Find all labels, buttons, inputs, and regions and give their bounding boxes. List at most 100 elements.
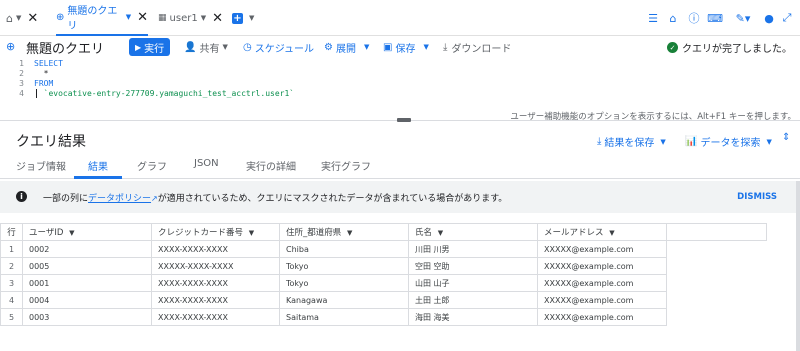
- query-icon: ⊕: [56, 11, 65, 23]
- table-cell[interactable]: Saitama: [279, 308, 409, 326]
- chevron-down-icon[interactable]: ▼: [16, 14, 21, 22]
- table-cell[interactable]: XXXX-XXXX-XXXX: [151, 308, 280, 326]
- resize-handle[interactable]: [397, 118, 411, 122]
- table-cell[interactable]: 0002: [22, 240, 152, 258]
- close-icon[interactable]: ✕: [212, 11, 223, 26]
- table-cell[interactable]: 0003: [22, 308, 152, 326]
- chevron-down-icon[interactable]: ▼: [201, 14, 206, 22]
- table-cell[interactable]: XXXXX@example.com: [537, 274, 667, 292]
- table-row[interactable]: 3 0001 XXXX-XXXX-XXXX Tokyo 山田 山子 XXXXX@…: [0, 274, 767, 292]
- tab-chart[interactable]: グラフ: [137, 158, 167, 173]
- table-cell[interactable]: XXXX-XXXX-XXXX: [151, 274, 280, 292]
- table-cell[interactable]: XXXX-XXXX-XXXX: [151, 291, 280, 309]
- table-row[interactable]: 2 0005 XXXXX-XXXX-XXXX Tokyo 空田 空助 XXXXX…: [0, 257, 767, 275]
- table-cell[interactable]: XXXXX@example.com: [537, 257, 667, 275]
- results-table: 行 ユーザID ▼ クレジットカード番号 ▼ 住所_都道府県 ▼ 氏名 ▼ メー…: [0, 223, 767, 326]
- download-button[interactable]: ⤓ ダウンロード: [443, 38, 511, 56]
- tab-label: user1: [169, 12, 198, 24]
- sql-editor[interactable]: 1 SELECT 2 * 3 FROM 4 `evocative-entry-2…: [0, 58, 800, 122]
- data-policy-link[interactable]: データポリシー: [88, 194, 151, 204]
- table-row[interactable]: 4 0004 XXXX-XXXX-XXXX Kanagawa 土田 土郎 XXX…: [0, 291, 767, 309]
- expand-vertical-icon[interactable]: ⇕: [782, 132, 790, 143]
- info-icon[interactable]: ⓘ: [687, 11, 701, 25]
- chevron-down-icon[interactable]: ▼: [347, 229, 352, 237]
- tab-json[interactable]: JSON: [194, 158, 219, 169]
- table-cell[interactable]: Chiba: [279, 240, 409, 258]
- header-row: 行 ユーザID ▼ クレジットカード番号 ▼ 住所_都道府県 ▼ 氏名 ▼ メー…: [0, 223, 767, 241]
- results-title: クエリ結果: [16, 134, 86, 150]
- tab-job-info[interactable]: ジョブ情報: [16, 158, 66, 173]
- table-row[interactable]: 1 0002 XXXX-XXXX-XXXX Chiba 川田 川男 XXXXX@…: [0, 240, 767, 258]
- chevron-down-icon: ▼: [766, 137, 772, 146]
- column-label: メールアドレス: [544, 228, 604, 238]
- table-cell[interactable]: 川田 川男: [408, 240, 538, 258]
- home-outline-icon[interactable]: ⌂: [666, 11, 680, 25]
- share-button[interactable]: 👤 共有 ▼: [184, 38, 228, 56]
- new-tab-button[interactable]: + ▼: [232, 0, 254, 36]
- scrollbar[interactable]: [796, 181, 800, 351]
- chevron-down-icon[interactable]: ▼: [609, 229, 614, 237]
- list-icon[interactable]: ☰: [646, 11, 660, 25]
- table-cell[interactable]: Tokyo: [279, 257, 409, 275]
- table-cell[interactable]: 0004: [22, 291, 152, 309]
- chevron-down-icon[interactable]: ▼: [249, 14, 254, 22]
- chevron-down-icon[interactable]: ▼: [249, 229, 254, 237]
- tab-label: 無題のクエリ: [67, 6, 118, 32]
- close-icon[interactable]: ✕: [27, 11, 38, 26]
- table-cell[interactable]: 海田 海美: [408, 308, 538, 326]
- table-cell[interactable]: 山田 山子: [408, 274, 538, 292]
- info-icon: i: [16, 191, 27, 202]
- chevron-down-icon[interactable]: ▼: [438, 229, 443, 237]
- table-cell[interactable]: XXXXX@example.com: [537, 291, 667, 309]
- column-header[interactable]: 氏名 ▼: [408, 223, 538, 241]
- explore-data-button[interactable]: 📊 データを探索 ▼: [685, 134, 772, 149]
- table-cell[interactable]: 空田 空助: [408, 257, 538, 275]
- expand-icon[interactable]: ⤢: [780, 11, 794, 25]
- row-number: 4: [0, 291, 23, 309]
- share-label: 共有: [199, 43, 220, 55]
- table-cell[interactable]: Kanagawa: [279, 291, 409, 309]
- line-number: 3: [19, 79, 24, 88]
- table-cell[interactable]: XXXXX@example.com: [537, 240, 667, 258]
- tab-results[interactable]: 結果: [88, 158, 108, 173]
- save-results-button[interactable]: ⤓ 結果を保存 ▼: [597, 134, 666, 149]
- column-header[interactable]: 住所_都道府県 ▼: [279, 223, 409, 241]
- keyboard-icon[interactable]: ⌨: [707, 11, 723, 25]
- download-icon: ⤓: [443, 41, 448, 53]
- check-circle-icon: ✓: [667, 42, 678, 53]
- table-cell[interactable]: 土田 土郎: [408, 291, 538, 309]
- dismiss-button[interactable]: DISMISS: [737, 192, 777, 202]
- tools-icon[interactable]: ✎▾: [732, 11, 754, 25]
- external-link-icon: ↗: [151, 194, 158, 203]
- editor-tab-bar: ⌂ ▼ ✕ ⊕ 無題のクエリ ▼ ✕ ▦ user1 ▼ ✕ + ▼ ☰ ⌂ ⓘ…: [0, 0, 800, 36]
- table-cell[interactable]: 0005: [22, 257, 152, 275]
- close-icon[interactable]: ✕: [137, 10, 148, 25]
- tab-user1[interactable]: ▦ user1 ▼ ✕: [158, 0, 223, 36]
- chevron-down-icon[interactable]: ▼: [126, 13, 131, 21]
- chevron-down-icon[interactable]: ▼: [69, 229, 74, 237]
- table-cell[interactable]: XXXX-XXXX-XXXX: [151, 240, 280, 258]
- table-cell[interactable]: XXXXX@example.com: [537, 308, 667, 326]
- column-header[interactable]: ユーザID ▼: [22, 223, 152, 241]
- home-icon: ⌂: [6, 11, 13, 25]
- column-header[interactable]: メールアドレス ▼: [537, 223, 667, 241]
- table-row[interactable]: 5 0003 XXXX-XXXX-XXXX Saitama 海田 海美 XXXX…: [0, 308, 767, 326]
- table-cell[interactable]: 0001: [22, 274, 152, 292]
- row-number: 1: [0, 240, 23, 258]
- clock-icon: ◷: [243, 41, 252, 53]
- home-tab[interactable]: ⌂ ▼ ✕: [6, 0, 38, 36]
- chevron-down-icon: ▼: [423, 43, 429, 51]
- tab-untitled-query[interactable]: ⊕ 無題のクエリ ▼ ✕: [56, 0, 148, 36]
- column-header[interactable]: クレジットカード番号 ▼: [151, 223, 280, 241]
- run-button[interactable]: ▶ 実行: [129, 38, 171, 56]
- lightbulb-icon[interactable]: ●: [762, 11, 776, 25]
- tab-execution-graph[interactable]: 実行グラフ: [321, 158, 371, 173]
- deploy-button[interactable]: ⚙ 展開 ▼: [324, 38, 369, 56]
- table-cell[interactable]: Tokyo: [279, 274, 409, 292]
- active-tab-indicator: [74, 176, 122, 179]
- schedule-button[interactable]: ◷ スケジュール: [243, 38, 314, 56]
- table-cell[interactable]: XXXXX-XXXX-XXXX: [151, 257, 280, 275]
- tab-execution-details[interactable]: 実行の詳細: [246, 158, 296, 173]
- save-button[interactable]: ▣ 保存 ▼: [383, 38, 429, 56]
- code-line: `evocative-entry-277709.yamaguchi_test_a…: [34, 89, 295, 98]
